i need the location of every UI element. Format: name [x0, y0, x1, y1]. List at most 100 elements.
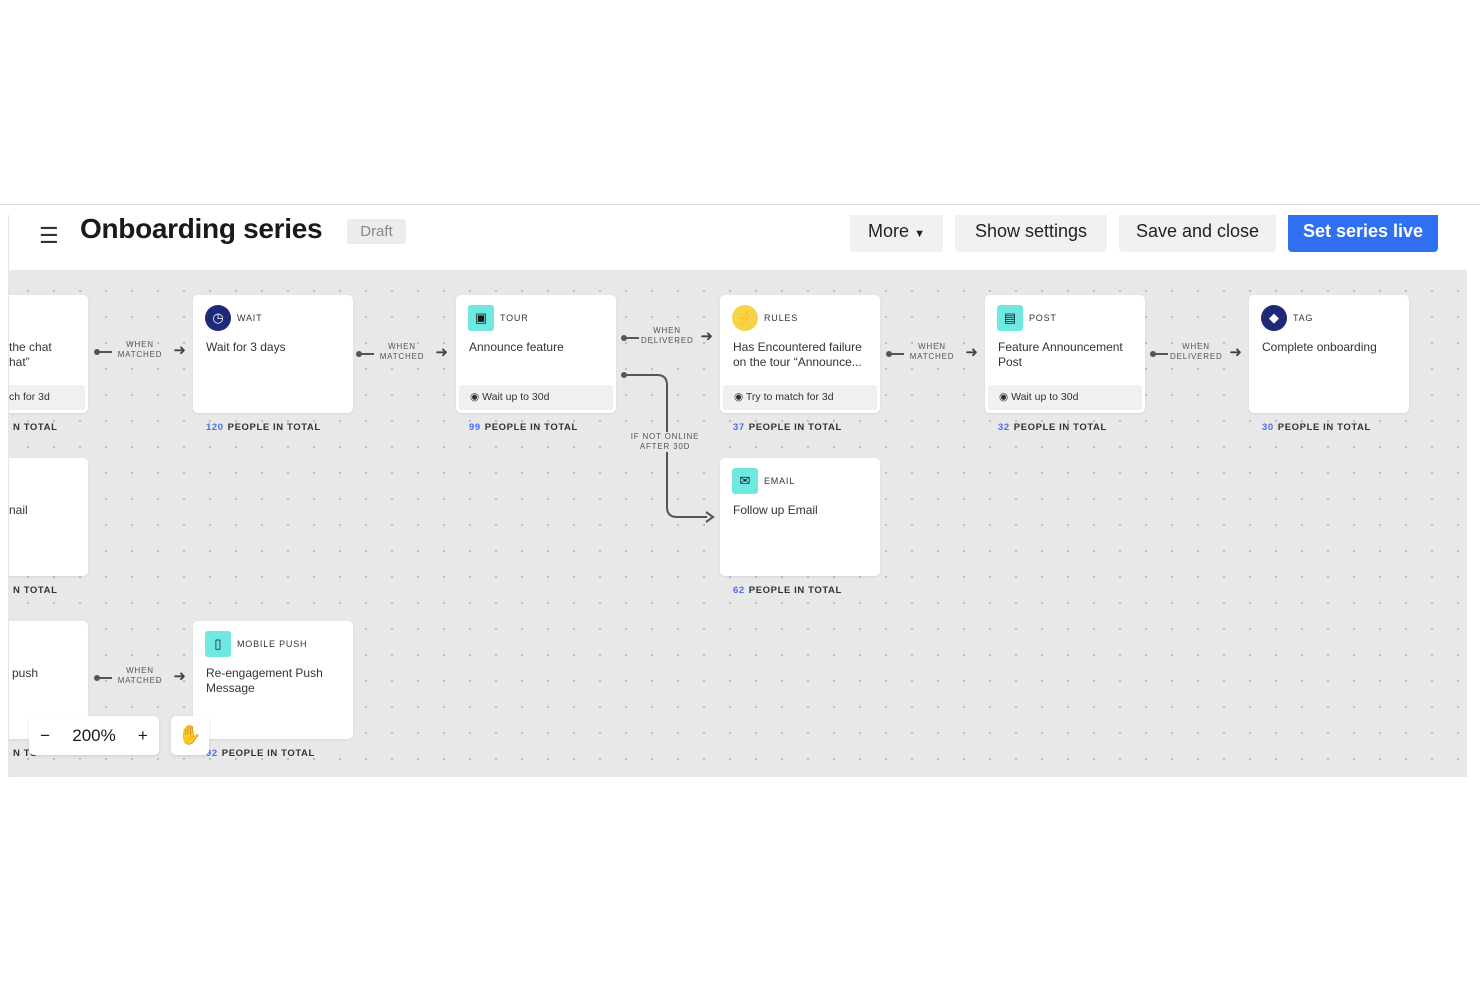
- node-title: Wait for 3 days: [206, 340, 286, 354]
- menu-icon[interactable]: ☰: [39, 223, 59, 249]
- connector-label: WHEN DELIVERED: [641, 326, 694, 345]
- people-label: PEOPLE IN TOTAL: [484, 422, 578, 433]
- people-label: PEOPLE IN TOTAL: [221, 748, 315, 759]
- connector-line: [625, 337, 639, 339]
- node-card-wait[interactable]: ◷ WAIT Wait for 3 days: [193, 295, 353, 413]
- connector-label: WHEN MATCHED: [909, 342, 955, 361]
- clock-icon: ◷: [205, 305, 231, 331]
- status-badge: Draft: [347, 219, 406, 244]
- node-card-tag[interactable]: ◆ TAG Complete onboarding: [1249, 295, 1409, 413]
- people-total: 99 PEOPLE IN TOTAL: [469, 422, 578, 433]
- connector[interactable]: WHEN DELIVERED ➜: [621, 326, 713, 350]
- top-divider: [0, 204, 1480, 205]
- people-label: PEOPLE IN TOTAL: [1277, 422, 1371, 433]
- node-type: POST: [1029, 313, 1057, 323]
- header: ☰ Onboarding series Draft More ▼ Show se…: [9, 215, 1467, 270]
- connector[interactable]: WHEN DELIVERED ➜: [1150, 342, 1242, 366]
- connector-label: WHEN MATCHED: [379, 342, 425, 361]
- branch-label: IF NOT ONLINE AFTER 30D: [624, 432, 706, 452]
- people-count: 120: [206, 422, 224, 433]
- connector-line: [98, 677, 112, 679]
- people-count: 37: [733, 422, 745, 433]
- connector-line: [360, 353, 374, 355]
- show-settings-button[interactable]: Show settings: [955, 215, 1107, 252]
- zoom-level: 200%: [72, 725, 116, 745]
- node-footer-text: Wait up to 30d: [1011, 391, 1079, 403]
- arrow-right-icon: ➜: [173, 342, 186, 359]
- node-type: TOUR: [500, 313, 529, 323]
- zoom-in-button[interactable]: +: [138, 726, 148, 746]
- node-title: Has Encountered failure on the tour “Ann…: [733, 340, 862, 369]
- node-footer: ch for 3d: [9, 385, 85, 410]
- clock-icon: ◉: [999, 391, 1012, 403]
- connector[interactable]: WHEN MATCHED ➜: [94, 340, 186, 364]
- node-type: WAIT: [237, 313, 263, 323]
- node-footer: ◉ Wait up to 30d: [459, 385, 613, 410]
- zoom-out-button[interactable]: −: [40, 726, 50, 746]
- node-title: Announce feature: [469, 340, 564, 354]
- node-card-tour[interactable]: ▣ TOUR Announce feature ◉ Wait up to 30d: [456, 295, 616, 413]
- people-label: PEOPLE IN TOTAL: [748, 585, 842, 596]
- connector[interactable]: WHEN MATCHED ➜: [94, 666, 186, 690]
- pan-hand-button[interactable]: ✋: [171, 716, 209, 755]
- lightning-icon: ⚡: [732, 305, 758, 331]
- caret-down-icon: ▼: [914, 228, 925, 240]
- people-count: 99: [469, 422, 481, 433]
- people-total: 37 PEOPLE IN TOTAL: [733, 422, 842, 433]
- node-card-partial-2[interactable]: nail: [9, 458, 88, 576]
- node-title: Re-engagement Push Message: [206, 666, 323, 695]
- tour-icon: ▣: [468, 305, 494, 331]
- connector[interactable]: WHEN MATCHED ➜: [886, 342, 978, 366]
- clock-icon: ◉: [734, 391, 746, 403]
- node-card-rules[interactable]: ⚡ RULES Has Encountered failure on the tou…: [720, 295, 880, 413]
- people-total: 62 PEOPLE IN TOTAL: [733, 585, 842, 596]
- node-card-post[interactable]: ▤ POST Feature Announcement Post ◉ Wait up …: [985, 295, 1145, 413]
- node-card-partial-1[interactable]: the chat hat” ch for 3d: [9, 295, 88, 413]
- arrow-right-icon: ➜: [965, 344, 978, 361]
- node-footer: ◉ Try to match for 3d: [723, 385, 877, 410]
- people-count: 62: [733, 585, 745, 596]
- node-type: TAG: [1293, 313, 1314, 323]
- node-type: MOBILE PUSH: [237, 639, 308, 649]
- tag-icon: ◆: [1261, 305, 1287, 331]
- node-title: nail: [9, 503, 28, 517]
- mobile-icon: ▯: [205, 631, 231, 657]
- email-icon: ✉: [732, 468, 758, 494]
- people-total: 30 PEOPLE IN TOTAL: [1262, 422, 1371, 433]
- people-label: PEOPLE IN TOTAL: [748, 422, 842, 433]
- node-footer: ◉ Wait up to 30d: [988, 385, 1142, 410]
- node-card-mobile-push[interactable]: ▯ MOBILE PUSH Re-engagement Push Message: [193, 621, 353, 739]
- people-label: PEOPLE IN TOTAL: [1013, 422, 1107, 433]
- series-editor: ☰ Onboarding series Draft More ▼ Show se…: [8, 215, 1467, 777]
- hand-icon: ✋: [178, 725, 202, 746]
- more-button[interactable]: More ▼: [850, 215, 943, 252]
- node-footer-text: ch for 3d: [9, 391, 50, 403]
- arrow-right-icon: ➜: [173, 668, 186, 685]
- connector-line: [98, 351, 112, 353]
- people-label: N TOTAL: [13, 422, 58, 433]
- node-card-email[interactable]: ✉ EMAIL Follow up Email: [720, 458, 880, 576]
- arrow-right-icon: ➜: [435, 344, 448, 361]
- connector-line: [1154, 353, 1168, 355]
- clock-icon: ◉: [470, 391, 483, 403]
- connector-label: WHEN MATCHED: [117, 340, 163, 359]
- page-title: Onboarding series: [80, 215, 323, 244]
- connector-label: WHEN DELIVERED: [1170, 342, 1223, 361]
- node-title: Complete onboarding: [1262, 340, 1377, 354]
- more-label: More: [868, 221, 910, 241]
- people-total: 92 PEOPLE IN TOTAL: [206, 748, 315, 759]
- people-count: 30: [1262, 422, 1274, 433]
- node-footer-text: Wait up to 30d: [482, 391, 550, 403]
- node-type: RULES: [764, 313, 799, 323]
- node-title: Feature Announcement Post: [998, 340, 1123, 369]
- people-total: N TOTAL: [9, 585, 57, 596]
- node-type: EMAIL: [764, 476, 796, 486]
- save-and-close-button[interactable]: Save and close: [1119, 215, 1276, 252]
- node-footer-text: Try to match for 3d: [745, 391, 834, 403]
- connector[interactable]: WHEN MATCHED ➜: [356, 342, 448, 366]
- series-canvas[interactable]: IF NOT ONLINE AFTER 30D the chat hat” ch …: [9, 270, 1467, 777]
- arrow-right-icon: ➜: [700, 328, 713, 345]
- arrow-right-icon: ➜: [1229, 344, 1242, 361]
- connector-label: WHEN MATCHED: [117, 666, 163, 685]
- set-series-live-button[interactable]: Set series live: [1288, 215, 1438, 252]
